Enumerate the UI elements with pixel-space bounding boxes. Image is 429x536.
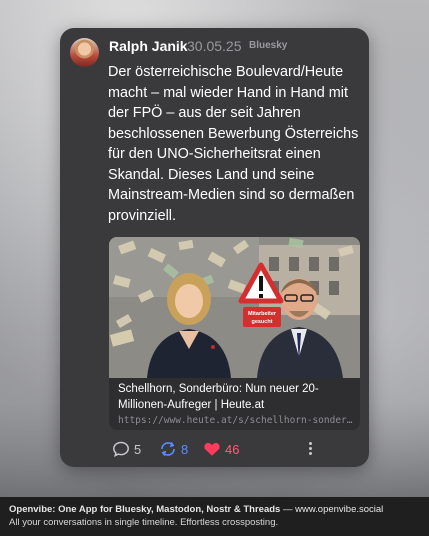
preview-photo: Mitarbeiter gesucht (109, 237, 360, 378)
more-options-icon[interactable] (309, 442, 313, 457)
link-url[interactable]: https://www.heute.at/s/schellhorn-sonder… (118, 415, 354, 426)
reply-button[interactable]: 5 (112, 440, 141, 458)
link-preview-card[interactable]: Mitarbeiter gesucht Schellhorn, Sonderbü… (109, 237, 360, 430)
network-label: Bluesky (249, 40, 288, 51)
action-bar: 5 8 46 (112, 440, 362, 460)
promo-footer: Openvibe: One App for Bluesky, Mastodon,… (0, 497, 429, 536)
repost-count: 8 (181, 441, 189, 457)
post-date: 30.05.25 (187, 38, 242, 54)
link-preview-image: Mitarbeiter gesucht (109, 237, 360, 378)
like-button[interactable]: 46 (203, 440, 239, 458)
post-text: Der österreichische Boulevard/Heute mach… (108, 64, 359, 224)
reply-count: 5 (134, 441, 142, 457)
reply-icon (113, 441, 129, 457)
sign-text-1: Mitarbeiter (248, 311, 277, 317)
footer-line-1: Openvibe: One App for Bluesky, Mastodon,… (9, 504, 383, 515)
avatar[interactable] (70, 38, 99, 67)
repost-icon (161, 441, 175, 457)
repost-button[interactable]: 8 (159, 440, 188, 458)
footer-tagline: All your conversations in single timelin… (9, 517, 279, 528)
post-card[interactable]: Ralph Janik 30.05.25 Bluesky Der österre… (60, 28, 369, 467)
link-title[interactable]: Schellhorn, Sonderbüro: Nun neuer 20-Mil… (118, 382, 354, 413)
footer-app-name: Openvibe: One App for Bluesky, Mastodon,… (9, 504, 281, 515)
footer-separator: — (280, 504, 296, 515)
footer-website[interactable]: www.openvibe.social (295, 504, 383, 515)
like-count: 46 (225, 441, 240, 457)
sign-text-2: gesucht (251, 319, 272, 325)
author-name[interactable]: Ralph Janik (109, 38, 188, 54)
heart-icon (204, 443, 220, 456)
